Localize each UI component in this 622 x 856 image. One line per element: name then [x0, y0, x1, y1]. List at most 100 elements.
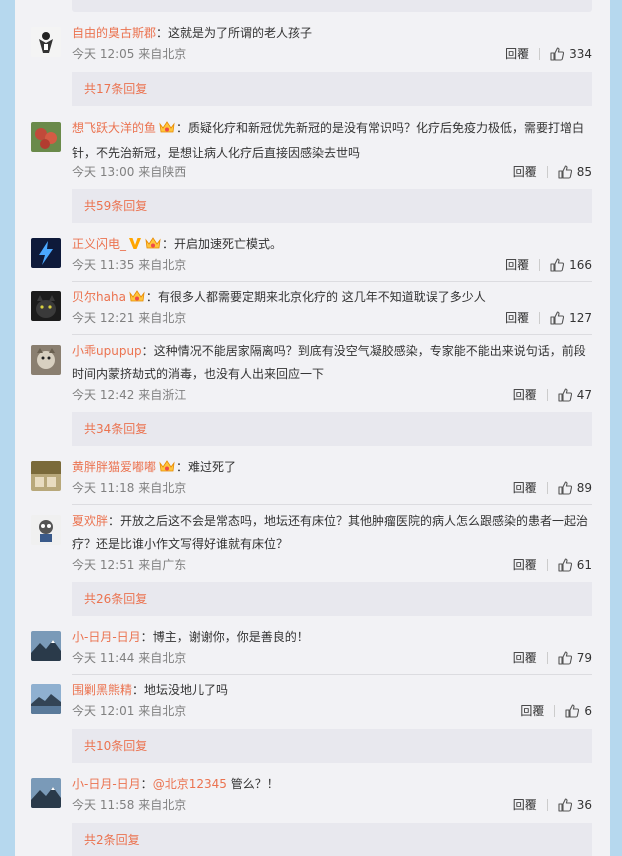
comment-time: 今天 13:00 来自陕西	[72, 165, 187, 179]
divider	[546, 389, 548, 401]
like-button[interactable]: 334	[550, 44, 592, 64]
comment-text: 小-日月-日月：@北京12345 管么？！	[72, 777, 279, 791]
like-button[interactable]: 36	[558, 795, 592, 815]
avatar[interactable]	[31, 778, 61, 808]
avatar[interactable]	[31, 27, 61, 57]
like-button[interactable]: 89	[558, 478, 592, 498]
username-link[interactable]: 围剿黑熊精	[72, 683, 132, 697]
like-count: 166	[569, 258, 592, 272]
reply-button[interactable]: 回覆	[513, 648, 537, 668]
comment-meta: 今天 11:58 来自北京 回覆 36	[72, 795, 592, 815]
like-button[interactable]: 85	[558, 162, 592, 182]
divider	[546, 482, 548, 494]
comment-text: 小乖upupup：这种情况不能居家隔离吗？到底有没空气凝胶感染，专家能不能出来说…	[72, 344, 586, 381]
reply-button[interactable]: 回覆	[513, 162, 537, 182]
thumbs-up-icon	[565, 704, 580, 718]
comment-body: 开放之后这不会是常态吗，地坛还有床位？其他肿瘤医院的病人怎么跟感染的患者一起治疗…	[72, 514, 589, 551]
username-link[interactable]: 小-日月-日月	[72, 630, 141, 644]
avatar[interactable]	[31, 291, 61, 321]
divider	[539, 312, 541, 324]
username-link[interactable]: 黄胖胖猫爱嘟嘟	[72, 460, 156, 474]
like-count: 47	[576, 388, 592, 402]
divider	[539, 259, 541, 271]
like-count: 61	[576, 558, 592, 572]
like-button[interactable]: 47	[558, 385, 592, 405]
view-replies-link[interactable]: 共34条回复	[84, 422, 147, 436]
comment-actions: 回覆 85	[513, 162, 592, 182]
divider	[546, 559, 548, 571]
comment-meta: 今天 11:18 来自北京 回覆 89	[72, 478, 592, 498]
comment-meta: 今天 12:42 来自浙江 回覆 47	[72, 385, 592, 405]
username-link[interactable]: 夏欢胖	[72, 514, 108, 528]
reply-button[interactable]: 回覆	[513, 555, 537, 575]
reply-count-box: 共10条回复	[72, 729, 592, 763]
like-count: 85	[576, 165, 592, 179]
comment-actions: 回覆 79	[513, 648, 592, 668]
like-button[interactable]: 6	[565, 701, 592, 721]
thumbs-up-icon	[550, 311, 565, 325]
comment-time: 今天 11:58 来自北京	[72, 798, 187, 812]
avatar[interactable]	[31, 631, 61, 661]
username-link[interactable]: 想飞跃大洋的鱼	[72, 121, 156, 135]
like-count: 89	[576, 481, 592, 495]
comment-body: 开启加速死亡模式。	[174, 237, 283, 251]
username-link[interactable]: 小乖upupup	[72, 344, 142, 358]
comment-actions: 回覆 6	[520, 701, 592, 721]
comment-actions: 回覆 166	[505, 255, 592, 275]
view-replies-link[interactable]: 共2条回复	[84, 833, 140, 847]
like-button[interactable]: 166	[550, 255, 592, 275]
comment-text: 围剿黑熊精：地坛没地儿了吗	[72, 683, 229, 697]
view-replies-link[interactable]: 共17条回复	[84, 82, 147, 96]
reply-button[interactable]: 回覆	[513, 385, 537, 405]
username-link[interactable]: 贝尔haha	[72, 290, 126, 304]
comment-body: 难过死了	[188, 460, 237, 474]
thumbs-up-icon	[558, 165, 572, 179]
comment-time: 今天 12:42 来自浙江	[72, 388, 187, 402]
view-replies-link[interactable]: 共59条回复	[84, 199, 147, 213]
reply-button[interactable]: 回覆	[520, 701, 544, 721]
comment-actions: 回覆 89	[513, 478, 592, 498]
comment-text: 自由的臭古斯郡：这就是为了所谓的老人孩子	[72, 26, 313, 40]
username-link[interactable]: 自由的臭古斯郡	[72, 26, 156, 40]
thumbs-up-icon	[558, 558, 572, 572]
view-replies-link[interactable]: 共26条回复	[84, 592, 147, 606]
avatar[interactable]	[31, 238, 61, 268]
like-button[interactable]: 79	[558, 648, 592, 668]
comment-time: 今天 12:51 来自广东	[72, 558, 187, 572]
comment-meta: 今天 11:44 来自北京 回覆 79	[72, 648, 592, 668]
comment-divider	[72, 674, 592, 675]
divider	[546, 652, 548, 664]
avatar[interactable]	[31, 345, 61, 375]
comment-time: 今天 11:18 来自北京	[72, 481, 187, 495]
reply-count-box: 共2条回复	[72, 823, 592, 856]
thumbs-up-icon	[550, 47, 565, 61]
reply-button[interactable]: 回覆	[505, 308, 529, 328]
comment-actions: 回覆 127	[505, 308, 592, 328]
thumbs-up-icon	[558, 481, 572, 495]
reply-button[interactable]: 回覆	[513, 795, 537, 815]
avatar[interactable]	[31, 122, 61, 152]
reply-button[interactable]: 回覆	[505, 44, 529, 64]
comment-body: 有很多人都需要定期来北京化疗的 这几年不知道耽误了多少人	[157, 290, 486, 304]
comment-time: 今天 12:05 来自北京	[72, 47, 187, 61]
like-button[interactable]: 127	[550, 308, 592, 328]
reply-count-box: 共34条回复	[72, 412, 592, 446]
avatar[interactable]	[31, 515, 61, 545]
crown-badge-icon	[158, 119, 176, 142]
avatar[interactable]	[31, 461, 61, 491]
previous-reply-box	[72, 0, 592, 12]
reply-button[interactable]: 回覆	[513, 478, 537, 498]
reply-button[interactable]: 回覆	[505, 255, 529, 275]
divider	[546, 799, 548, 811]
comment-divider	[72, 281, 592, 282]
mention-link[interactable]: @北京12345	[153, 777, 227, 791]
thumbs-up-icon	[558, 651, 572, 665]
comment-meta: 今天 13:00 来自陕西 回覆 85	[72, 162, 592, 182]
like-button[interactable]: 61	[558, 555, 592, 575]
username-link[interactable]: 小-日月-日月	[72, 777, 141, 791]
view-replies-link[interactable]: 共10条回复	[84, 739, 147, 753]
avatar[interactable]	[31, 684, 61, 714]
comment-time: 今天 11:35 来自北京	[72, 258, 187, 272]
like-count: 36	[576, 798, 592, 812]
username-link[interactable]: 正义闪电_	[72, 237, 126, 251]
